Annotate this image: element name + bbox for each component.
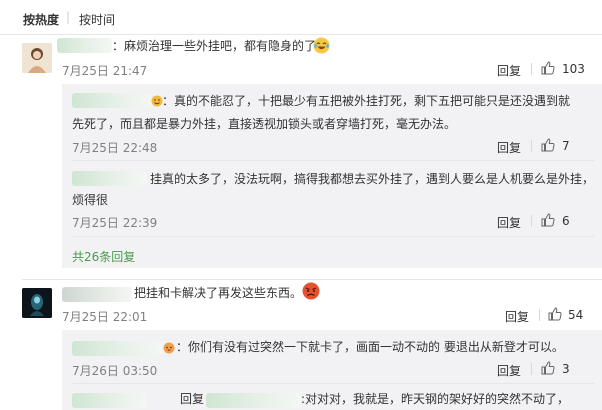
- action-divider: [531, 363, 532, 375]
- avatar-dark-figure-icon: [22, 288, 52, 318]
- sort-bar: 按热度 | 按时间: [0, 0, 602, 35]
- reply-text-line2: 先死了，而且都是暴力外挂，直接透视加锁头或者穿墙打死，毫无办法。: [72, 117, 457, 131]
- reply-button[interactable]: 回复: [497, 139, 521, 156]
- username-blurred[interactable]: [72, 393, 147, 408]
- avatar[interactable]: [22, 43, 52, 73]
- action-divider: [531, 140, 532, 152]
- reply-text-line1: ：你们有没有过突然一下就卡了，画面一动不动的 要退出从新登才可以。: [176, 340, 564, 354]
- thumbs-up-icon[interactable]: [541, 361, 555, 375]
- username-blurred[interactable]: [72, 341, 162, 356]
- reply-time: 7月26日 03:50: [72, 364, 158, 378]
- sort-by-hot[interactable]: 按热度: [23, 11, 59, 28]
- action-divider: [531, 63, 532, 75]
- reply-button[interactable]: 回复: [497, 62, 521, 79]
- avatar-portrait-icon: [22, 43, 52, 73]
- reply-button[interactable]: 回复: [497, 214, 521, 231]
- pet-emoji-icon: [163, 342, 175, 354]
- reply-text-line1: ：真的不能忍了，十把最少有五把被外挂打死，剩下五把可能只是还没遇到就: [162, 94, 571, 108]
- like-count: 54: [568, 308, 584, 322]
- action-divider: [531, 215, 532, 227]
- more-replies-link[interactable]: 共26条回复: [72, 248, 135, 265]
- thumbs-up-icon[interactable]: [548, 307, 562, 321]
- username-blurred[interactable]: [72, 93, 152, 108]
- reply-time: 7月25日 22:39: [72, 216, 158, 230]
- like-count: 6: [562, 214, 570, 228]
- sort-separator: |: [66, 10, 71, 24]
- thumbs-up-icon[interactable]: [541, 213, 555, 227]
- mentioned-username-blurred[interactable]: [206, 393, 301, 408]
- comment-time: 7月25日 22:01: [62, 310, 148, 324]
- avatar[interactable]: [22, 288, 52, 318]
- reply-button[interactable]: 回复: [505, 308, 529, 325]
- username-blurred[interactable]: [57, 38, 112, 53]
- reply-time: 7月25日 22:48: [72, 141, 158, 155]
- angry-emoji-icon: [302, 282, 320, 300]
- thumbs-up-icon[interactable]: [541, 61, 555, 75]
- comment-time: 7月25日 21:47: [62, 64, 148, 78]
- reply-divider: [72, 383, 594, 384]
- comment-text: 把挂和卡解决了再发这些东西。: [134, 286, 303, 300]
- action-divider: [539, 309, 540, 321]
- reply-text-line1: :对对对，我就是，昨天钢的架好好的突然不动了，: [301, 392, 570, 406]
- thumbs-up-icon[interactable]: [541, 138, 555, 152]
- sort-by-time[interactable]: 按时间: [79, 11, 115, 28]
- like-count: 103: [562, 62, 585, 76]
- reply-divider: [72, 236, 594, 237]
- comment-text: ：麻烦治理一些外挂吧，都有隐身的了: [112, 39, 317, 53]
- username-blurred[interactable]: [72, 171, 147, 186]
- reply-button[interactable]: 回复: [497, 362, 521, 379]
- reply-text-line2: 烦得很: [72, 193, 109, 207]
- reply-divider: [72, 160, 594, 161]
- comment-divider: [22, 279, 602, 280]
- like-count: 7: [562, 139, 570, 153]
- like-count: 3: [562, 362, 570, 376]
- reply-text-line1: 挂真的太多了，没法玩啊，搞得我都想去买外挂了，遇到人要么是人机要么是外挂，: [150, 172, 595, 186]
- laughing-emoji-icon: [313, 37, 330, 54]
- username-blurred[interactable]: [62, 287, 132, 302]
- reply-prefix: 回复: [180, 392, 205, 406]
